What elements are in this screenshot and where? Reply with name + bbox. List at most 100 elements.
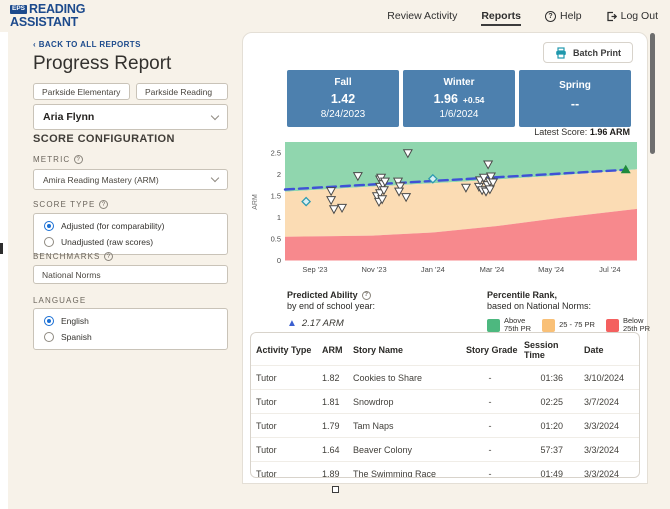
y-axis-tick-label: 1: [277, 213, 281, 222]
activity-table: Activity Type ARM Story Name Story Grade Ses…: [251, 333, 639, 477]
radio-selected-icon: [44, 316, 54, 326]
radio-unadjusted[interactable]: Unadjusted (raw scores): [34, 234, 227, 250]
app-logo: EPS READING ASSISTANT: [10, 3, 85, 28]
predicted-ability-legend: Predicted Ability ? by end of school yea…: [287, 290, 375, 330]
latest-score: Latest Score: 1.96 ARM: [534, 127, 630, 137]
benchmark-cards: Fall 1.42 8/24/2023 Winter 1.96 +0.54 1/…: [287, 70, 631, 127]
y-axis-tick-label: 1.5: [271, 192, 281, 201]
score-type-info-icon[interactable]: ?: [99, 200, 109, 209]
table-cell: -: [461, 389, 519, 414]
table-cell: 1.89: [317, 461, 348, 477]
table-cell: -: [461, 437, 519, 462]
card-date: 8/24/2023: [320, 108, 366, 120]
radio-adjusted-label: Adjusted (for comparability): [61, 221, 165, 231]
table-cell: Tutor: [251, 437, 317, 462]
scroll-handle[interactable]: [332, 486, 339, 493]
table-cell: Tutor: [251, 413, 317, 438]
radio-spanish-label: Spanish: [61, 332, 92, 342]
y-axis-title: ARM: [252, 194, 259, 210]
y-axis-tick-label: 0.5: [271, 235, 281, 244]
x-axis-tick-label: Sep '23: [302, 265, 327, 274]
vertical-scrollbar[interactable]: [650, 33, 655, 154]
student-select-value: Aria Flynn: [43, 111, 95, 123]
table-cell: Tam Naps: [348, 413, 461, 438]
radio-unadjusted-label: Unadjusted (raw scores): [61, 237, 154, 247]
latest-score-value: 1.96 ARM: [589, 127, 630, 137]
nav-log-out-label: Log Out: [620, 10, 658, 22]
progress-chart: 0 0.5 1 1.5 2 2.5 Sep '23 Nov '23 Jan '24 Mar '24…: [252, 142, 637, 274]
radio-selected-icon: [44, 221, 54, 231]
language-label-text: LANGUAGE: [33, 296, 87, 305]
chevron-down-icon: [210, 173, 220, 183]
radio-unselected-icon: [44, 332, 54, 342]
benchmarks-info-icon[interactable]: ?: [104, 252, 114, 261]
table-cell: 3/3/2024: [579, 461, 639, 477]
table-cell: 1.64: [317, 437, 348, 462]
legend-swatch-icon: [605, 318, 619, 332]
nav-reports[interactable]: Reports: [481, 10, 522, 26]
x-axis-tick-label: May '24: [538, 265, 564, 274]
logo-line-2: ASSISTANT: [10, 14, 79, 29]
language-label: LANGUAGE: [33, 296, 86, 305]
back-to-all-reports-link[interactable]: ‹ BACK TO ALL REPORTS: [33, 40, 141, 49]
nav-help[interactable]: ? Help: [545, 10, 582, 22]
radio-english[interactable]: English: [34, 313, 227, 329]
table-row: Tutor 1.79 Tam Naps -01:20 3/3/2024: [251, 413, 639, 438]
metric-info-icon[interactable]: ?: [74, 155, 84, 164]
table-row: Tutor 1.64 Beaver Colony -57:37 3/3/2024: [251, 437, 639, 462]
table-cell: The Swimming Race: [348, 461, 461, 477]
table-column-header: Story Grade: [466, 345, 518, 355]
table-cell: -: [461, 365, 519, 390]
table-cell: Snowdrop: [348, 389, 461, 414]
metric-label: METRIC ?: [33, 155, 84, 164]
latest-score-label: Latest Score:: [534, 127, 588, 137]
batch-print-button[interactable]: Batch Print: [543, 42, 633, 63]
table-cell: 02:25: [519, 389, 579, 414]
metric-select[interactable]: Amira Reading Mastery (ARM): [33, 169, 228, 190]
legend-swatch-icon: [487, 318, 500, 332]
eps-logo-badge: EPS: [10, 4, 28, 14]
left-edge-strip: [0, 32, 8, 509]
table-cell: 57:37: [519, 437, 579, 462]
activity-table-card: Activity Type ARM Story Name Story Grade Ses…: [250, 332, 640, 478]
chevron-down-icon: [210, 111, 220, 120]
y-axis-tick-label: 2.5: [271, 149, 281, 158]
table-cell: 01:36: [519, 365, 579, 390]
table-cell: 01:49: [519, 461, 579, 477]
percentile-legend-subtitle: based on National Norms:: [487, 301, 592, 312]
card-season: Spring: [559, 80, 591, 91]
nav-log-out[interactable]: Log Out: [606, 10, 658, 22]
predicted-ability-subtitle: by end of school year:: [287, 301, 376, 312]
page-title: Progress Report: [33, 53, 172, 74]
class-filter[interactable]: Parkside Reading: [136, 83, 228, 100]
nav-review-activity[interactable]: Review Activity: [387, 10, 457, 22]
table-column-header: Date: [584, 345, 604, 355]
table-cell: Tutor: [251, 365, 317, 390]
top-nav: Review Activity Reports ? Help Log Out: [387, 0, 658, 32]
radio-adjusted[interactable]: Adjusted (for comparability): [34, 218, 227, 234]
predicted-triangle-icon: ▲: [287, 317, 297, 329]
benchmarks-field[interactable]: National Norms: [33, 265, 228, 284]
metric-select-value: Amira Reading Mastery (ARM): [43, 174, 159, 185]
radio-unselected-icon: [44, 237, 54, 247]
card-score-delta: +0.54: [462, 94, 485, 105]
card-date: 1/6/2024: [439, 108, 479, 120]
radio-spanish[interactable]: Spanish: [34, 329, 227, 345]
school-filter[interactable]: Parkside Elementary: [33, 83, 130, 100]
legend-item-label: 25 - 75 PR: [559, 319, 595, 329]
student-select[interactable]: Aria Flynn: [33, 104, 228, 130]
radio-english-label: English: [61, 316, 89, 326]
x-axis-tick-label: Nov '23: [361, 265, 386, 274]
score-type-label: SCORE TYPE ?: [33, 200, 109, 209]
fall-card: Fall 1.42 8/24/2023: [287, 70, 399, 127]
winter-card: Winter 1.96 +0.54 1/6/2024: [403, 70, 515, 127]
back-chevron-icon: ‹: [33, 40, 37, 49]
table-row: Tutor 1.82 Cookies to Share -01:36 3/10/2024: [251, 365, 639, 390]
predicted-ability-value: 2.17 ARM: [301, 317, 344, 329]
predicted-ability-info-icon[interactable]: ?: [361, 291, 371, 301]
table-header-row: Activity Type ARM Story Name Story Grade Ses…: [251, 333, 639, 366]
table-cell: -: [461, 413, 519, 438]
table-column-header: Session Time: [524, 340, 559, 360]
back-link-label: BACK TO ALL REPORTS: [38, 40, 141, 49]
score-configuration-title: SCORE CONFIGURATION: [33, 133, 175, 145]
